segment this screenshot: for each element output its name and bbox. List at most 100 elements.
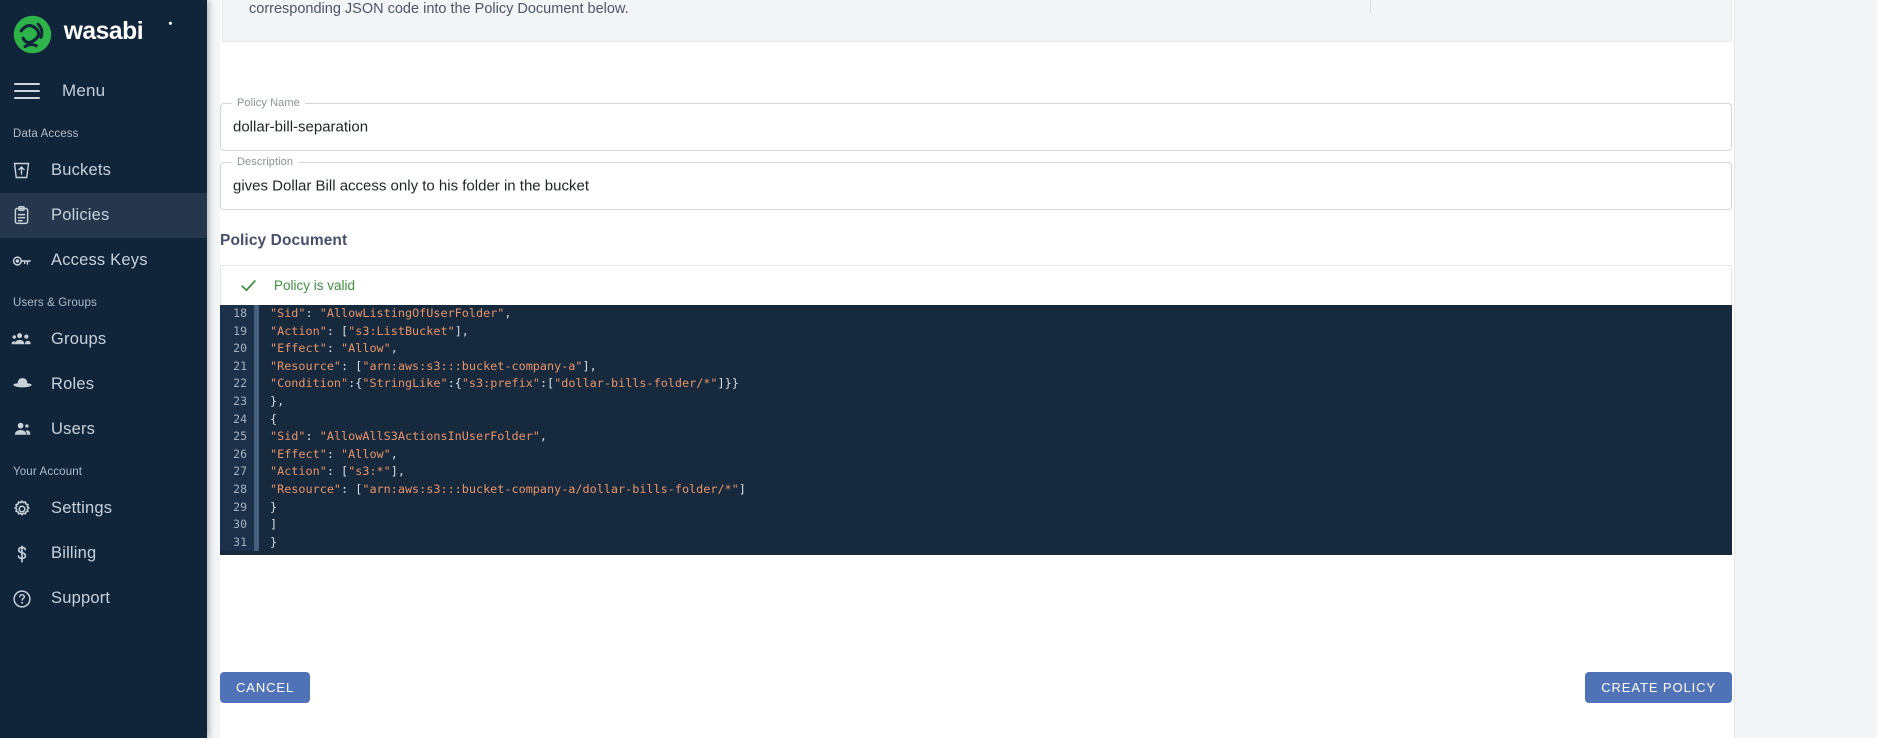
sidebar-item-label: Billing — [51, 544, 97, 562]
sidebar-item-access-keys[interactable]: Access Keys — [0, 238, 207, 283]
code-line-text: "Sid": "AllowAllS3ActionsInUserFolder", — [270, 429, 548, 444]
gear-icon — [11, 498, 51, 520]
code-line: 19 "Action": ["s3:ListBucket"], — [220, 322, 1732, 341]
code-line-number: 21 — [220, 357, 254, 376]
policy-document-editor[interactable]: 18 "Sid": "AllowListingOfUserFolder", 19 "A… — [220, 305, 1732, 555]
create-policy-button[interactable]: CREATE POLICY — [1585, 672, 1732, 703]
sidebar-group-users-groups: Users & Groups — [13, 297, 97, 309]
cancel-button[interactable]: CANCEL — [220, 672, 311, 703]
hat-icon — [11, 373, 51, 396]
sidebar-item-settings[interactable]: Settings — [0, 486, 207, 531]
code-line: 20 "Effect": "Allow", — [220, 340, 1732, 358]
code-line-text: "Resource": ["arn:aws:s3:::bucket-compan… — [270, 481, 746, 496]
form-actions: CANCEL CREATE POLICY — [220, 672, 1732, 703]
code-line: 23}, — [220, 392, 1732, 411]
clipboard-icon — [11, 205, 51, 226]
policy-document-title: Policy Document — [220, 232, 348, 249]
sidebar-group-data-access: Data Access — [13, 128, 79, 140]
code-line: 28 "Resource": ["arn:aws:s3:::bucket-comp… — [220, 480, 1732, 499]
code-line: 27 "Action": ["s3:*"], — [220, 463, 1732, 481]
sidebar-item-groups[interactable]: Groups — [0, 317, 207, 362]
code-line: 29} — [220, 498, 1732, 517]
code-line-text: } — [270, 499, 278, 514]
left-edge-strip — [207, 0, 220, 738]
policy-name-field[interactable]: Policy Name dollar-bill-separation — [220, 97, 1732, 151]
code-line-number: 28 — [220, 480, 254, 499]
code-line-text: } — [270, 534, 278, 549]
policy-validation-text: Policy is valid — [274, 278, 356, 293]
dollar-icon — [11, 543, 51, 565]
user-icon — [11, 418, 51, 441]
info-banner-text: corresponding JSON code into the Policy … — [249, 1, 629, 17]
menu-toggle[interactable]: Menu — [0, 68, 207, 114]
sidebar-item-buckets[interactable]: Buckets — [0, 148, 207, 193]
code-line: 30] — [220, 516, 1732, 534]
sidebar-item-label: Support — [51, 589, 111, 607]
svg-text:wasabi: wasabi — [63, 18, 143, 45]
description-field[interactable]: Description gives Dollar Bill access onl… — [220, 156, 1732, 210]
code-line-text: "Action": ["s3:*"], — [270, 464, 405, 479]
code-line-text: ] — [270, 517, 278, 532]
sidebar-group-your-account: Your Account — [13, 466, 83, 478]
sidebar-item-label: Policies — [51, 206, 110, 224]
wasabi-logo-icon — [10, 12, 55, 57]
code-line: 26 "Effect": "Allow", — [220, 445, 1732, 464]
banner-right — [1371, 0, 1731, 41]
code-line-number: 24 — [220, 410, 254, 429]
code-line-number: 18 — [220, 305, 254, 323]
main-content: corresponding JSON code into the Policy … — [207, 0, 1877, 738]
question-circle-icon — [11, 588, 51, 610]
code-line-text: "Effect": "Allow", — [270, 446, 398, 461]
sidebar-item-label: Access Keys — [51, 251, 148, 269]
code-line: 18 "Sid": "AllowListingOfUserFolder", — [220, 305, 1732, 323]
sidebar-item-label: Buckets — [51, 161, 112, 179]
code-line: 22 "Condition":{"StringLike":{"s3:prefix"… — [220, 375, 1732, 393]
sidebar-item-label: Groups — [51, 330, 107, 348]
info-banner: corresponding JSON code into the Policy … — [222, 0, 1732, 42]
brand-logo[interactable]: wasabi — [0, 0, 207, 68]
policy-name-input[interactable]: dollar-bill-separation — [233, 119, 368, 136]
sidebar-item-label: Roles — [51, 375, 95, 393]
bucket-icon — [11, 160, 51, 181]
code-line: 24 { — [220, 410, 1732, 429]
app-root: wasabi Menu Data Access Buckets Policies… — [0, 0, 1877, 738]
code-line-text: { — [270, 411, 278, 426]
code-line-number: 20 — [220, 340, 254, 358]
sidebar-item-roles[interactable]: Roles — [0, 362, 207, 407]
check-icon — [239, 276, 258, 295]
groups-icon — [11, 328, 51, 351]
sidebar-item-users[interactable]: Users — [0, 407, 207, 452]
code-line-text: "Resource": ["arn:aws:s3:::bucket-compan… — [270, 358, 597, 373]
code-line-number: 31 — [220, 533, 254, 552]
code-line-text: "Condition":{"StringLike":{"s3:prefix":[… — [270, 376, 739, 391]
brand-wordmark: wasabi — [63, 16, 183, 52]
code-line-text: "Action": ["s3:ListBucket"], — [270, 323, 469, 338]
right-gutter — [1734, 0, 1877, 738]
key-icon — [11, 250, 51, 272]
policy-form: Policy Name dollar-bill-separation Descr… — [220, 97, 1732, 555]
hamburger-icon — [14, 78, 40, 104]
sidebar-item-billing[interactable]: Billing — [0, 531, 207, 576]
policy-validation-bar: Policy is valid — [220, 265, 1732, 305]
sidebar-item-support[interactable]: Support — [0, 576, 207, 621]
code-line-number: 26 — [220, 445, 254, 464]
code-line: 31} — [220, 533, 1732, 552]
policy-name-label: Policy Name — [232, 97, 305, 109]
code-line-number: 25 — [220, 428, 254, 446]
code-line-number: 23 — [220, 392, 254, 411]
code-line-number: 27 — [220, 463, 254, 481]
sidebar: wasabi Menu Data Access Buckets Policies… — [0, 0, 207, 738]
code-line-text: }, — [270, 393, 285, 408]
code-line: 25 "Sid": "AllowAllS3ActionsInUserFolder"… — [220, 428, 1732, 446]
description-input[interactable]: gives Dollar Bill access only to his fol… — [233, 178, 589, 195]
code-line-text: "Effect": "Allow", — [270, 341, 398, 356]
sidebar-item-label: Settings — [51, 499, 113, 517]
code-line-text: "Sid": "AllowListingOfUserFolder", — [270, 306, 512, 320]
code-line-number: 30 — [220, 516, 254, 534]
code-line-number: 22 — [220, 375, 254, 393]
description-label: Description — [232, 156, 299, 168]
code-line-number: 29 — [220, 498, 254, 517]
sidebar-item-policies[interactable]: Policies — [0, 193, 207, 238]
code-line: 21 "Resource": ["arn:aws:s3:::bucket-comp… — [220, 357, 1732, 376]
sidebar-item-label: Users — [51, 420, 96, 438]
